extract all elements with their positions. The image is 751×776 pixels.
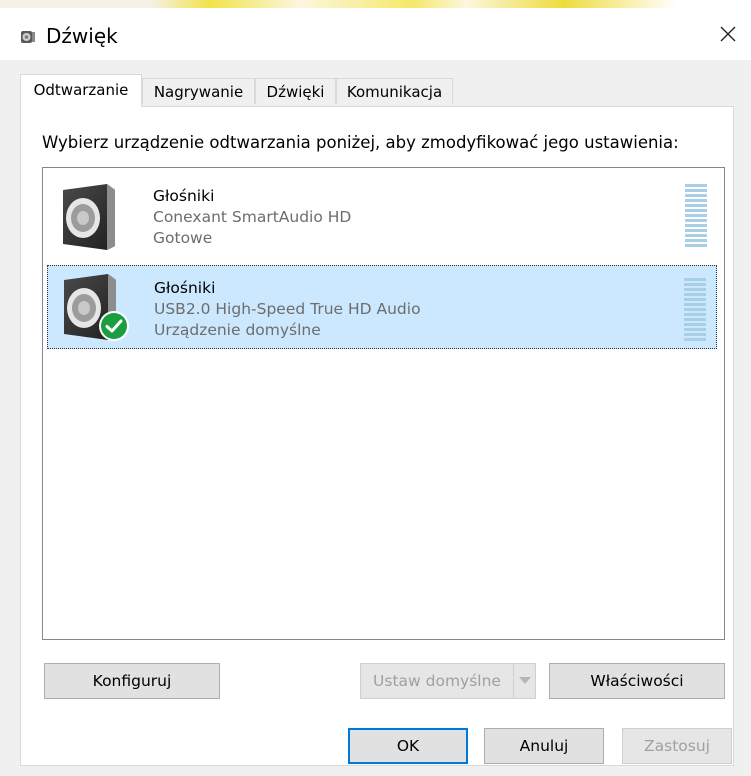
- apply-button[interactable]: Zastosuj: [622, 728, 732, 764]
- device-text: Głośniki Conexant SmartAudio HD Gotowe: [153, 186, 351, 249]
- device-status: Urządzenie domyślne: [154, 321, 321, 339]
- device-name: Głośniki: [153, 187, 215, 205]
- speaker-icon: [21, 31, 35, 43]
- set-default-dropdown[interactable]: [513, 664, 535, 698]
- window-title: Dźwięk: [46, 24, 118, 48]
- tab-playback[interactable]: Odtwarzanie: [20, 74, 142, 107]
- volume-meter: [684, 278, 706, 341]
- title-bar: Dźwięk: [0, 8, 751, 60]
- tab-panel-playback: Wybierz urządzenie odtwarzania poniżej, …: [20, 106, 734, 766]
- set-default-label: Ustaw domyślne: [373, 672, 501, 690]
- device-list[interactable]: Głośniki Conexant SmartAudio HD Gotowe G…: [42, 167, 725, 640]
- tab-communications[interactable]: Komunikacja: [336, 78, 453, 104]
- device-driver: USB2.0 High-Speed True HD Audio: [154, 300, 421, 318]
- device-item[interactable]: Głośniki Conexant SmartAudio HD Gotowe: [47, 172, 717, 256]
- background-strip: [0, 0, 751, 8]
- dialog-client-area: Odtwarzanie Nagrywanie Dźwięki Komunikac…: [0, 60, 751, 776]
- chevron-down-icon: [518, 677, 531, 684]
- tab-recording[interactable]: Nagrywanie: [142, 78, 255, 104]
- set-default-split-button[interactable]: Ustaw domyślne: [360, 663, 536, 699]
- close-icon: [720, 26, 736, 42]
- tab-sounds[interactable]: Dźwięki: [255, 78, 336, 104]
- device-text: Głośniki USB2.0 High-Speed True HD Audio…: [154, 278, 421, 341]
- properties-button[interactable]: Właściwości: [549, 663, 725, 699]
- instruction-text: Wybierz urządzenie odtwarzania poniżej, …: [42, 133, 679, 152]
- ok-button[interactable]: OK: [348, 728, 468, 764]
- device-driver: Conexant SmartAudio HD: [153, 208, 352, 226]
- device-status: Gotowe: [153, 229, 213, 247]
- device-item-selected[interactable]: Głośniki USB2.0 High-Speed True HD Audio…: [47, 265, 717, 349]
- configure-button[interactable]: Konfiguruj: [44, 663, 220, 699]
- close-button[interactable]: [705, 8, 751, 60]
- volume-meter: [685, 184, 707, 247]
- default-device-check-icon: [99, 311, 129, 341]
- device-name: Głośniki: [154, 279, 216, 297]
- cancel-button[interactable]: Anuluj: [484, 728, 604, 764]
- speaker-device-icon: [63, 184, 115, 250]
